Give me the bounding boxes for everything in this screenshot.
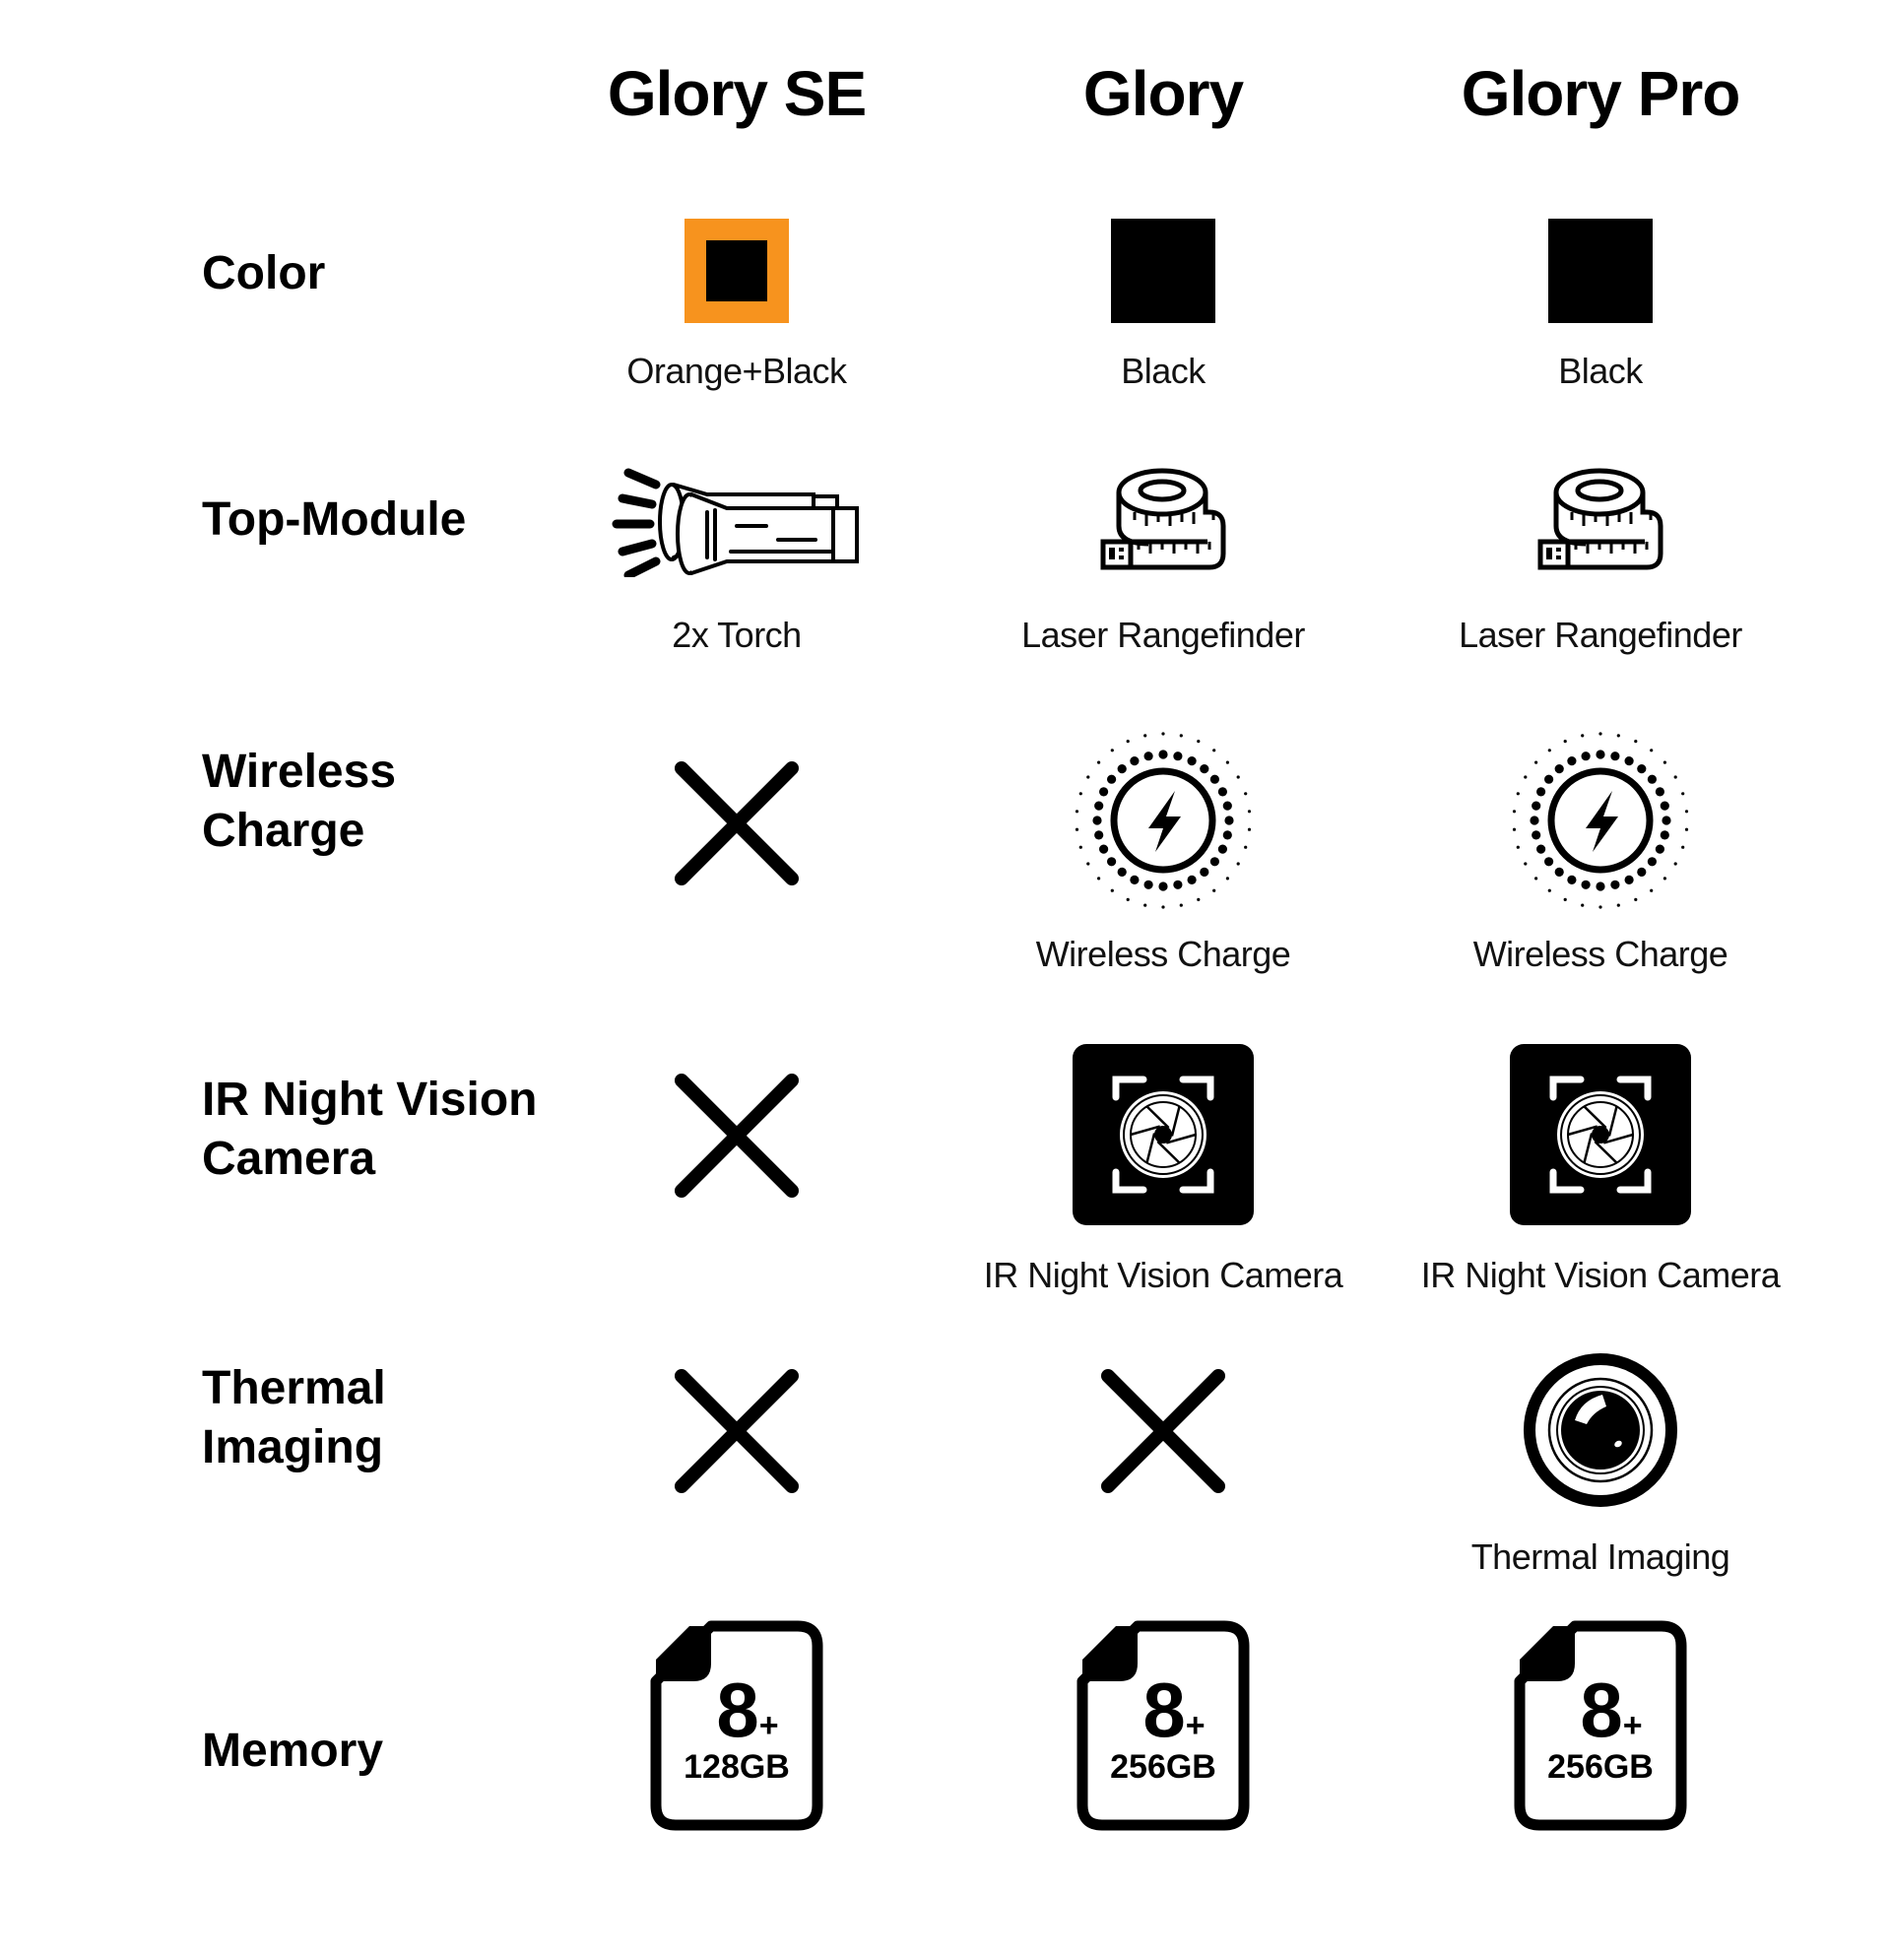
thermal-imaging-cell-glory-pro: Thermal Imaging <box>1384 1351 1817 1578</box>
tape-measure-icon <box>1100 468 1226 570</box>
camera-aperture-icon <box>1510 1044 1691 1225</box>
black-swatch-icon <box>1548 219 1653 323</box>
row-label-line: Wireless <box>202 746 397 798</box>
storage-value: 128GB <box>684 1748 790 1786</box>
row-label-ir-night-vision: IR Night Vision Camera <box>202 1071 537 1189</box>
top-module-caption: 2x Torch <box>672 615 802 655</box>
row-label-color: Color <box>202 247 326 299</box>
memory-card-icon: 8+ 128GB <box>650 1620 823 1831</box>
ir-night-vision-cell-glory: IR Night Vision Camera <box>946 1044 1380 1296</box>
ir-night-vision-caption: IR Night Vision Camera <box>1420 1255 1781 1295</box>
wireless-charge-caption: Wireless Charge <box>1472 934 1728 974</box>
row-label-wireless-charge: Wireless Charge <box>202 743 396 861</box>
memory-cell-glory-se: 8+ 128GB <box>520 1620 953 1831</box>
row-label-line: Thermal <box>202 1362 386 1414</box>
tape-measure-icon <box>1537 468 1663 570</box>
top-module-cell-glory-se: 2x Torch <box>520 463 953 656</box>
top-module-cell-glory: Laser Rangefinder <box>946 465 1380 656</box>
top-module-caption: Laser Rangefinder <box>1459 615 1742 655</box>
color-cell-glory-se: Orange+Black <box>520 219 953 392</box>
ir-night-vision-caption: IR Night Vision Camera <box>983 1255 1343 1295</box>
black-swatch-icon <box>1111 219 1215 323</box>
camera-aperture-icon <box>1073 1044 1254 1225</box>
not-available-icon <box>675 761 799 885</box>
not-available-icon <box>675 1074 799 1198</box>
orange-black-swatch-icon <box>685 219 789 323</box>
wireless-charge-caption: Wireless Charge <box>1035 934 1291 974</box>
row-label-line: Charge <box>202 805 365 857</box>
color-caption: Black <box>1558 351 1643 391</box>
memory-cell-glory-pro: 8+ 256GB <box>1384 1620 1817 1831</box>
memory-card-icon: 8+ 256GB <box>1514 1620 1687 1831</box>
wireless-charge-cell-glory: Wireless Charge <box>946 727 1380 975</box>
column-header-glory: Glory <box>1082 58 1244 129</box>
thermal-lens-icon <box>1524 1353 1677 1507</box>
row-label-thermal-imaging: Thermal Imaging <box>202 1359 386 1477</box>
wireless-charge-cell-glory-pro: Wireless Charge <box>1384 727 1817 975</box>
not-available-icon <box>1101 1369 1225 1493</box>
thermal-imaging-caption: Thermal Imaging <box>1470 1536 1730 1577</box>
thermal-imaging-cell-glory-se <box>520 1366 953 1496</box>
torch-icon <box>612 468 859 577</box>
thermal-imaging-cell-glory <box>946 1366 1380 1496</box>
row-label-line: Camera <box>202 1133 376 1185</box>
color-cell-glory: Black <box>946 219 1380 392</box>
wireless-charge-cell-glory-se <box>520 758 953 888</box>
wireless-charge-icon <box>1075 732 1252 909</box>
not-available-icon <box>675 1369 799 1493</box>
row-label-memory: Memory <box>202 1725 384 1777</box>
wireless-charge-icon <box>1512 732 1689 909</box>
color-caption: Black <box>1121 351 1206 391</box>
ir-night-vision-cell-glory-pro: IR Night Vision Camera <box>1384 1044 1817 1296</box>
row-label-line: Imaging <box>202 1421 384 1473</box>
row-label-top-module: Top-Module <box>202 493 467 546</box>
color-cell-glory-pro: Black <box>1384 219 1817 392</box>
storage-value: 256GB <box>1547 1748 1654 1786</box>
row-label-line: IR Night Vision <box>202 1074 538 1126</box>
column-header-glory-pro: Glory Pro <box>1461 58 1741 129</box>
ir-night-vision-cell-glory-se <box>520 1071 953 1201</box>
color-caption: Orange+Black <box>626 351 847 391</box>
storage-value: 256GB <box>1110 1748 1216 1786</box>
top-module-cell-glory-pro: Laser Rangefinder <box>1384 465 1817 656</box>
memory-card-icon: 8+ 256GB <box>1076 1620 1250 1831</box>
memory-cell-glory: 8+ 256GB <box>946 1620 1380 1831</box>
top-module-caption: Laser Rangefinder <box>1021 615 1305 655</box>
